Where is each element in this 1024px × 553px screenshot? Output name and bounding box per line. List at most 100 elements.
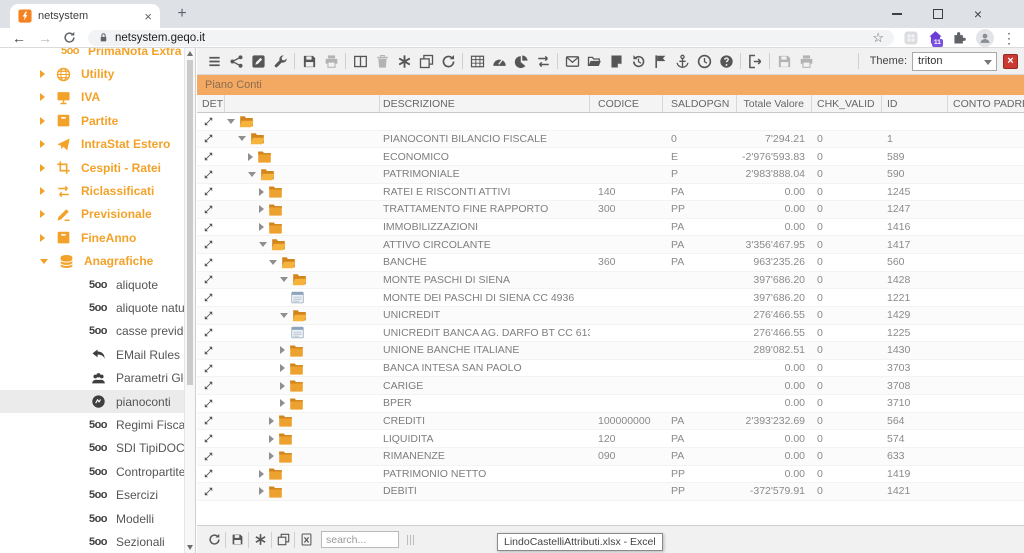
sidebar-item-aliquote[interactable]: 5ooaliquote [0, 273, 184, 296]
sidebar-item-email-rules[interactable]: EMail Rules [0, 343, 184, 366]
tab-close-icon[interactable]: × [144, 10, 152, 23]
expand-detail-icon[interactable] [197, 483, 225, 500]
column-header-det[interactable]: DET [197, 95, 225, 112]
expand-detail-icon[interactable] [197, 377, 225, 394]
save-icon[interactable] [228, 531, 246, 549]
table-row[interactable]: UNICREDIT BANCA AG. DARFO BT CC 61398276… [197, 325, 1024, 343]
wrench-icon[interactable] [269, 51, 291, 71]
sidebar-item-sezionali[interactable]: 5ooSezionali [0, 530, 184, 553]
copy-icon[interactable] [415, 51, 437, 71]
expand-detail-icon[interactable] [197, 201, 225, 218]
extension-house-icon[interactable]: 11 [928, 30, 943, 45]
sidebar-item-partite[interactable]: Partite [0, 109, 184, 132]
sidebar-item-cespiti-ratei[interactable]: Cespiti - Ratei [0, 156, 184, 179]
table-row[interactable]: CREDITI100000000PA2'393'232.690564 [197, 413, 1024, 431]
table-row[interactable]: BPER0.0003710 [197, 395, 1024, 413]
expand-detail-icon[interactable] [197, 448, 225, 465]
column-header-id[interactable]: ID [882, 95, 948, 112]
mail-icon[interactable] [561, 51, 583, 71]
table-row[interactable]: ECONOMICOE-2'976'593.830589 [197, 148, 1024, 166]
table-row[interactable]: RIMANENZE090PA0.000633 [197, 448, 1024, 466]
excel-icon[interactable] [297, 531, 315, 549]
expand-detail-icon[interactable] [197, 395, 225, 412]
pie-icon[interactable] [510, 51, 532, 71]
tree-expand-icon[interactable] [259, 223, 264, 231]
column-header-descrizione[interactable]: DESCRIZIONE [380, 95, 590, 112]
sidebar-item-regimi-fiscali[interactable]: 5ooRegimi Fiscali [0, 413, 184, 436]
tree-expand-icon[interactable] [269, 435, 274, 443]
sidebar-item-utility[interactable]: Utility [0, 62, 184, 85]
expand-detail-icon[interactable] [197, 307, 225, 324]
scrollbar-thumb[interactable] [187, 60, 193, 385]
window-close-button[interactable]: × [958, 0, 998, 28]
url-field[interactable]: netsystem.geqo.it ☆ [88, 30, 894, 46]
sidebar-item-riclassificati[interactable]: Riclassificati [0, 179, 184, 202]
anchor-icon[interactable] [671, 51, 693, 71]
expand-detail-icon[interactable] [197, 148, 225, 165]
tree-expand-icon[interactable] [248, 153, 253, 161]
expand-detail-icon[interactable] [197, 113, 225, 130]
table-row[interactable]: BANCHE360PA963'235.260560 [197, 254, 1024, 272]
tree-collapse-icon[interactable] [248, 172, 256, 177]
sidebar-item-sdi-tipidoc[interactable]: 5ooSDI TipiDOC [0, 437, 184, 460]
exchange-icon[interactable] [532, 51, 554, 71]
expand-detail-icon[interactable] [197, 466, 225, 483]
expand-detail-icon[interactable] [197, 131, 225, 148]
gauge-icon[interactable] [488, 51, 510, 71]
scroll-down-icon[interactable] [187, 545, 193, 550]
column-header-totale-valore[interactable]: Totale Valore [737, 95, 812, 112]
close-panel-button[interactable]: × [1003, 54, 1018, 69]
note-icon[interactable] [605, 51, 627, 71]
tree-expand-icon[interactable] [259, 205, 264, 213]
expand-detail-icon[interactable] [197, 166, 225, 183]
column-header-conto-padre[interactable]: CONTO PADRE [948, 95, 1024, 112]
tree-expand-icon[interactable] [280, 399, 285, 407]
asterisk-icon[interactable] [393, 51, 415, 71]
history-icon[interactable] [627, 51, 649, 71]
columns-icon[interactable] [349, 51, 371, 71]
menu-icon[interactable] [203, 51, 225, 71]
sidebar-scrollbar[interactable] [184, 48, 195, 553]
asterisk-icon[interactable] [251, 531, 269, 549]
help-icon[interactable] [715, 51, 737, 71]
column-header-codice[interactable]: CODICE [590, 95, 663, 112]
tree-collapse-icon[interactable] [238, 136, 246, 141]
bookmark-star-icon[interactable]: ☆ [872, 31, 884, 44]
save-icon[interactable] [773, 51, 795, 71]
refresh-icon[interactable] [205, 531, 223, 549]
expand-detail-icon[interactable] [197, 184, 225, 201]
sidebar-item-modelli[interactable]: 5ooModelli [0, 507, 184, 530]
table-row[interactable]: ATTIVO CIRCOLANTEPA3'356'467.9501417 [197, 236, 1024, 254]
column-header-chk-valid[interactable]: CHK_VALID [812, 95, 882, 112]
expand-detail-icon[interactable] [197, 360, 225, 377]
new-tab-button[interactable]: + [172, 4, 192, 24]
profile-avatar[interactable] [976, 29, 994, 47]
tree-collapse-icon[interactable] [280, 277, 288, 282]
save-icon[interactable] [298, 51, 320, 71]
table-row[interactable]: DEBITIPP-372'579.9101421 [197, 483, 1024, 501]
expand-detail-icon[interactable] [197, 219, 225, 236]
expand-detail-icon[interactable] [197, 413, 225, 430]
tree-expand-icon[interactable] [259, 188, 264, 196]
tree-collapse-icon[interactable] [259, 242, 267, 247]
sidebar-item-esercizi[interactable]: 5ooEsercizi [0, 483, 184, 506]
sidebar-item-aliquote-natura[interactable]: 5ooaliquote natura [0, 296, 184, 319]
sidebar-item-anagrafiche[interactable]: Anagrafiche [0, 250, 184, 273]
tree-collapse-icon[interactable] [269, 260, 277, 265]
table-row[interactable]: CARIGE0.0003708 [197, 377, 1024, 395]
table-row[interactable]: PATRIMONIALEP2'983'888.040590 [197, 166, 1024, 184]
expand-detail-icon[interactable] [197, 325, 225, 342]
resize-grip-icon[interactable] [407, 535, 416, 545]
expand-detail-icon[interactable] [197, 289, 225, 306]
print-icon[interactable] [795, 51, 817, 71]
trash-icon[interactable] [371, 51, 393, 71]
folder-open-icon[interactable] [583, 51, 605, 71]
table-row[interactable] [197, 113, 1024, 131]
table-row[interactable]: UNIONE BANCHE ITALIANE289'082.5101430 [197, 342, 1024, 360]
sidebar-item-primanota-extra[interactable]: 5ooPrimaNota Extra [0, 48, 184, 62]
table-row[interactable]: BANCA INTESA SAN PAOLO0.0003703 [197, 360, 1024, 378]
browser-menu-icon[interactable]: ⋮ [1002, 31, 1016, 45]
back-button[interactable]: ← [12, 31, 26, 45]
sidebar-item-previsionale[interactable]: Previsionale [0, 203, 184, 226]
tree-expand-icon[interactable] [280, 346, 285, 354]
